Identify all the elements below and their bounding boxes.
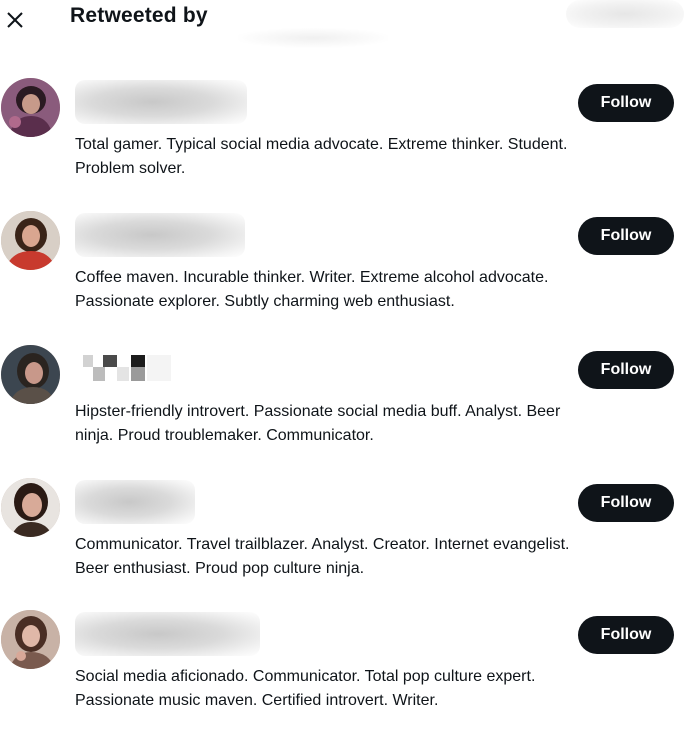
avatar[interactable] [1, 610, 60, 669]
user-bio: Communicator. Travel trailblazer. Analys… [75, 536, 570, 577]
user-bio: Social media aficionado. Communicator. T… [75, 668, 536, 709]
user-list-item[interactable]: Follow Communicator. Travel trailblazer.… [0, 478, 692, 608]
avatar[interactable] [1, 345, 60, 404]
blurred-username [75, 213, 245, 257]
follow-button[interactable]: Follow [578, 484, 674, 522]
avatar[interactable] [1, 78, 60, 137]
blurred-content [238, 28, 388, 48]
user-list-item[interactable]: Follow Hipster-friendly introvert. Passi… [0, 345, 692, 475]
user-bio: Hipster-friendly introvert. Passionate s… [75, 403, 561, 444]
page-title: Retweeted by [70, 4, 208, 27]
avatar[interactable] [1, 211, 60, 270]
user-bio: Total gamer. Typical social media advoca… [75, 136, 568, 177]
user-list-item[interactable]: Follow Social media aficionado. Communic… [0, 610, 692, 740]
user-list-item[interactable]: Follow Total gamer. Typical social media… [0, 78, 692, 208]
user-bio: Coffee maven. Incurable thinker. Writer.… [75, 269, 549, 310]
follow-button[interactable]: Follow [578, 616, 674, 654]
user-list-item[interactable]: Follow Coffee maven. Incurable thinker. … [0, 211, 692, 341]
blurred-username [75, 480, 195, 524]
follow-button[interactable]: Follow [578, 217, 674, 255]
follow-button[interactable]: Follow [578, 84, 674, 122]
blurred-content [566, 0, 684, 28]
blurred-username [75, 612, 260, 656]
modal-header: Retweeted by [0, 0, 692, 48]
pixelated-username [83, 351, 183, 387]
follow-button[interactable]: Follow [578, 351, 674, 389]
close-icon[interactable] [2, 4, 28, 34]
avatar[interactable] [1, 478, 60, 537]
blurred-username [75, 80, 247, 124]
